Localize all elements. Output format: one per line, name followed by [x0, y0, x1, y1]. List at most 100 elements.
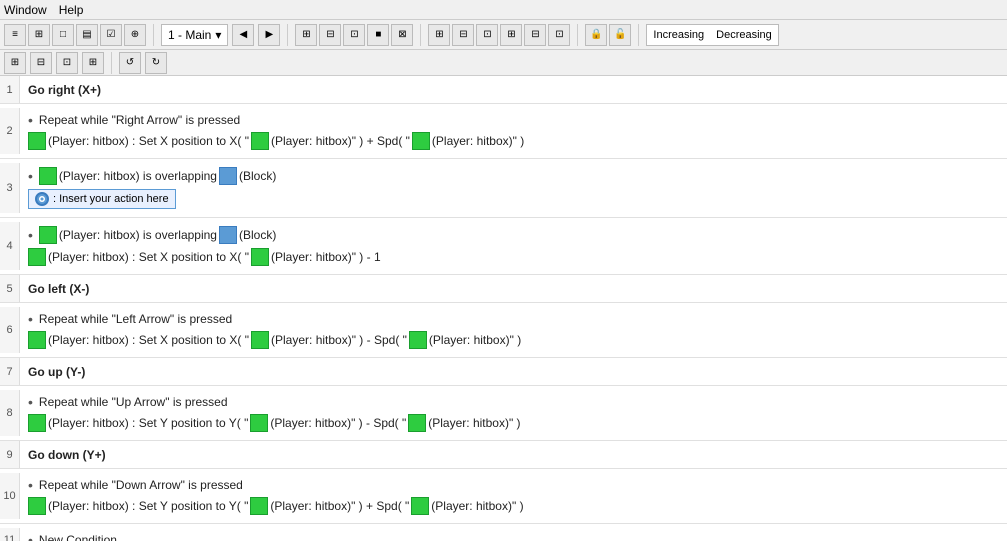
sub-row: (Player: hitbox) : Set X position to X( …	[20, 329, 1007, 351]
bullet-icon: •	[28, 112, 33, 128]
row-content[interactable]: Go up (Y-)	[20, 358, 1007, 385]
tb2-btn-a[interactable]: ⊞	[4, 52, 26, 74]
toolbar-group2: ⊞ ⊟ ⊡ ■ ⊠	[295, 24, 413, 46]
insert-action-tooltip[interactable]: : Insert your action here	[28, 189, 176, 209]
action-text: (Player: hitbox) : Set X position to X( …	[48, 250, 249, 264]
tooltip-text: : Insert your action here	[53, 193, 169, 205]
toolbar-row2: ⊞ ⊟ ⊡ ⊞ ↺ ↻	[0, 50, 1007, 76]
bullet-icon: •	[28, 227, 33, 243]
toolbar-btn-checklist[interactable]: ☑	[100, 24, 122, 46]
action-text: (Player: hitbox)" )	[428, 416, 520, 430]
tb-btn-g[interactable]: ⊟	[452, 24, 474, 46]
tb-btn-j[interactable]: ⊟	[524, 24, 546, 46]
action-text: (Player: hitbox)" ) + Spd( "	[270, 499, 409, 513]
tb-btn-l[interactable]: 🔒	[585, 24, 607, 46]
table-row: 10 • Repeat while "Down Arrow" is presse…	[0, 469, 1007, 524]
sub-row: • Repeat while "Up Arrow" is pressed	[20, 392, 1007, 412]
dropdown-arrow: ▾	[215, 28, 221, 42]
row-content[interactable]: Go left (X-)	[20, 275, 1007, 302]
object-block[interactable]	[251, 248, 269, 266]
row-number: 1	[0, 76, 20, 103]
tb-btn-c[interactable]: ⊡	[343, 24, 365, 46]
sep6	[111, 52, 112, 74]
condition-text: Repeat while "Left Arrow" is pressed	[39, 312, 232, 326]
tb2-btn-c[interactable]: ⊡	[56, 52, 78, 74]
condition-text: (Block)	[239, 169, 276, 183]
tb-btn-e[interactable]: ⊠	[391, 24, 413, 46]
action-text: (Player: hitbox)" )	[431, 499, 523, 513]
object-block[interactable]	[39, 167, 57, 185]
object-block[interactable]	[250, 414, 268, 432]
bullet-icon: •	[28, 168, 33, 184]
sub-row: • Repeat while "Down Arrow" is pressed	[20, 475, 1007, 495]
sub-row: (Player: hitbox) : Set Y position to Y( …	[20, 412, 1007, 434]
row-number: 6	[0, 307, 20, 353]
tb-btn-k[interactable]: ⊡	[548, 24, 570, 46]
tb2-btn-f[interactable]: ↻	[145, 52, 167, 74]
increasing-button[interactable]: Increasing	[647, 25, 710, 45]
table-row: 2 • Repeat while "Right Arrow" is presse…	[0, 104, 1007, 159]
object-block[interactable]	[251, 132, 269, 150]
tb2-btn-e[interactable]: ↺	[119, 52, 141, 74]
decreasing-button[interactable]: Decreasing	[710, 25, 778, 45]
tb-btn-h[interactable]: ⊡	[476, 24, 498, 46]
action-text: (Player: hitbox)" ) - Spd( "	[271, 333, 407, 347]
scene-dropdown[interactable]: 1 - Main ▾	[161, 24, 228, 46]
menu-window[interactable]: Window	[4, 3, 47, 17]
toolbar-group1: ≡ ⊞ □ ▤ ☑ ⊕	[4, 24, 146, 46]
sub-row: (Player: hitbox) : Set X position to X( …	[20, 130, 1007, 152]
object-block[interactable]	[409, 331, 427, 349]
sub-row: • Repeat while "Left Arrow" is pressed	[20, 309, 1007, 329]
menu-help[interactable]: Help	[59, 3, 84, 17]
row-number: 8	[0, 390, 20, 436]
toolbar-btn-grid[interactable]: ≡	[4, 24, 26, 46]
row-number: 9	[0, 441, 20, 468]
sub-row: (Player: hitbox) : Set X position to X( …	[20, 246, 1007, 268]
scene-label: 1 - Main	[168, 28, 211, 42]
tb-btn-i[interactable]: ⊞	[500, 24, 522, 46]
table-row: 5 Go left (X-)	[0, 275, 1007, 303]
tb-btn-b[interactable]: ⊟	[319, 24, 341, 46]
object-block[interactable]	[412, 132, 430, 150]
object-block[interactable]	[28, 414, 46, 432]
object-block[interactable]	[28, 132, 46, 150]
object-block[interactable]	[411, 497, 429, 515]
condition-text: (Player: hitbox) is overlapping	[59, 228, 217, 242]
object-block[interactable]	[408, 414, 426, 432]
section-title: Go down (Y+)	[28, 448, 106, 462]
row-number: 3	[0, 163, 20, 213]
tb-btn-a[interactable]: ⊞	[295, 24, 317, 46]
section-title: Go up (Y-)	[28, 365, 85, 379]
object-block[interactable]	[219, 226, 237, 244]
object-block[interactable]	[250, 497, 268, 515]
object-block[interactable]	[251, 331, 269, 349]
tb-btn-f[interactable]: ⊞	[428, 24, 450, 46]
toolbar-btn-arrow[interactable]: ⊕	[124, 24, 146, 46]
object-block[interactable]	[28, 497, 46, 515]
sep1	[153, 24, 154, 46]
action-text: (Player: hitbox) : Set X position to X( …	[48, 134, 249, 148]
object-block[interactable]	[28, 248, 46, 266]
object-block[interactable]	[39, 226, 57, 244]
tb-btn-m[interactable]: 🔓	[609, 24, 631, 46]
row-content[interactable]: Go right (X+)	[20, 76, 1007, 103]
condition-text: Repeat while "Up Arrow" is pressed	[39, 395, 228, 409]
tb2-btn-b[interactable]: ⊟	[30, 52, 52, 74]
toolbar-btn-box[interactable]: □	[52, 24, 74, 46]
toolbar-btn-lines[interactable]: ▤	[76, 24, 98, 46]
nav-next[interactable]: ▶	[258, 24, 280, 46]
sub-row: (Player: hitbox) : Set Y position to Y( …	[20, 495, 1007, 517]
inc-dec-group: Increasing Decreasing	[646, 24, 778, 46]
row-content[interactable]: Go down (Y+)	[20, 441, 1007, 468]
table-row: 7 Go up (Y-)	[0, 358, 1007, 386]
action-text: (Player: hitbox)" ) + Spd( "	[271, 134, 410, 148]
tb2-btn-d[interactable]: ⊞	[82, 52, 104, 74]
sep4	[577, 24, 578, 46]
toolbar-btn-table[interactable]: ⊞	[28, 24, 50, 46]
nav-prev[interactable]: ◀	[232, 24, 254, 46]
object-block[interactable]	[219, 167, 237, 185]
tb-btn-d[interactable]: ■	[367, 24, 389, 46]
action-text: (Player: hitbox)" )	[429, 333, 521, 347]
new-condition-text: New Condition	[39, 533, 117, 541]
object-block[interactable]	[28, 331, 46, 349]
